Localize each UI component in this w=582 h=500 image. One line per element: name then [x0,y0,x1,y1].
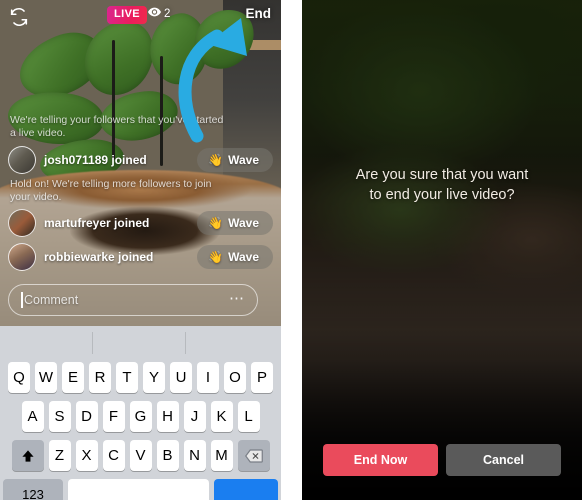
viewer-count: 2 [148,7,170,20]
keyboard-row-3-letters: ZXCVBNM [48,440,233,471]
wave-button[interactable]: 👋 Wave [197,211,273,235]
keyboard-row-3: ZXCVBNM [0,440,281,471]
key-l[interactable]: L [237,401,260,432]
key-m[interactable]: M [210,440,233,471]
live-top-bar: LIVE 2 End [0,0,281,32]
key-a[interactable]: A [21,401,44,432]
keyboard-bottom-row: 123 [0,479,281,500]
wave-hand-icon: 👋 [208,250,224,264]
wave-button-label: Wave [228,250,259,264]
panel-divider [281,0,302,500]
key-u[interactable]: U [170,362,192,393]
key-d[interactable]: D [75,401,98,432]
key-s[interactable]: S [48,401,71,432]
screenshot-root: LIVE 2 End We're telling your followers … [0,0,582,500]
viewer-count-value: 2 [164,7,171,20]
wave-button-label: Wave [228,216,259,230]
wave-button[interactable]: 👋 Wave [197,245,273,269]
flip-camera-icon[interactable] [8,6,30,28]
key-z[interactable]: Z [48,440,71,471]
predictive-text-bar [0,326,281,362]
key-n[interactable]: N [183,440,206,471]
key-v[interactable]: V [129,440,152,471]
comment-input-bar[interactable]: Comment ⋯ [8,284,258,316]
send-key[interactable] [214,479,278,500]
shift-key[interactable] [11,440,44,471]
wave-hand-icon: 👋 [208,216,224,230]
confirm-line-2: to end your live video? [369,187,515,203]
key-e[interactable]: E [62,362,84,393]
cancel-button[interactable]: Cancel [446,444,561,476]
confirm-line-1: Are you sure that you want [355,167,529,183]
key-x[interactable]: X [75,440,98,471]
join-event-text: martufreyer joined [44,216,150,230]
live-video-preview[interactable]: LIVE 2 End We're telling your followers … [0,0,281,326]
backspace-key[interactable] [237,440,270,471]
key-h[interactable]: H [156,401,179,432]
end-now-button[interactable]: End Now [323,444,438,476]
predictive-divider [92,332,93,354]
wave-hand-icon: 👋 [208,153,224,167]
key-w[interactable]: W [35,362,57,393]
key-k[interactable]: K [210,401,233,432]
right-phone-screen: Are you sure that you want to end your l… [302,0,582,500]
left-phone-screen: LIVE 2 End We're telling your followers … [0,0,281,500]
end-live-confirm-text: Are you sure that you want to end your l… [302,165,582,205]
key-y[interactable]: Y [143,362,165,393]
predictive-divider [185,332,186,354]
avatar[interactable] [8,209,36,237]
end-live-button[interactable]: End [246,6,272,21]
key-p[interactable]: P [251,362,273,393]
system-toast-message: We're telling your followers that you've… [10,114,224,139]
shift-arrow-icon [21,449,34,462]
backspace-icon [244,448,263,463]
keyboard-row-2: ASDFGHJKL [0,401,281,432]
key-g[interactable]: G [129,401,152,432]
avatar[interactable] [8,243,36,271]
key-j[interactable]: J [183,401,206,432]
key-o[interactable]: O [224,362,246,393]
key-b[interactable]: B [156,440,179,471]
key-f[interactable]: F [102,401,125,432]
system-toast-message: Hold on! We're telling more followers to… [10,178,212,203]
numeric-key[interactable]: 123 [3,479,63,500]
key-c[interactable]: C [102,440,125,471]
key-t[interactable]: T [116,362,138,393]
space-key[interactable] [68,479,209,500]
key-r[interactable]: R [89,362,111,393]
wave-button-label: Wave [228,153,259,167]
wave-button[interactable]: 👋 Wave [197,148,273,172]
join-event-row: martufreyer joined 👋 Wave [8,208,273,238]
avatar[interactable] [8,146,36,174]
keyboard-row-1: QWERTYUIOP [0,362,281,393]
comment-placeholder: Comment [24,293,79,307]
text-caret [21,292,23,308]
join-event-row: robbiewarke joined 👋 Wave [8,242,273,272]
key-q[interactable]: Q [8,362,30,393]
live-badge: LIVE [107,6,148,24]
confirm-dialog-actions: End Now Cancel [302,444,582,476]
photo-stem [112,40,115,160]
ellipsis-icon[interactable]: ⋯ [229,291,245,307]
join-event-text: robbiewarke joined [44,250,154,264]
on-screen-keyboard[interactable]: QWERTYUIOP ASDFGHJKL ZXCVBNM 123 [0,326,281,500]
dim-overlay [302,0,582,500]
key-i[interactable]: I [197,362,219,393]
eye-icon [148,7,161,20]
join-event-row: josh071189 joined 👋 Wave [8,145,273,175]
join-event-text: josh071189 joined [44,153,147,167]
